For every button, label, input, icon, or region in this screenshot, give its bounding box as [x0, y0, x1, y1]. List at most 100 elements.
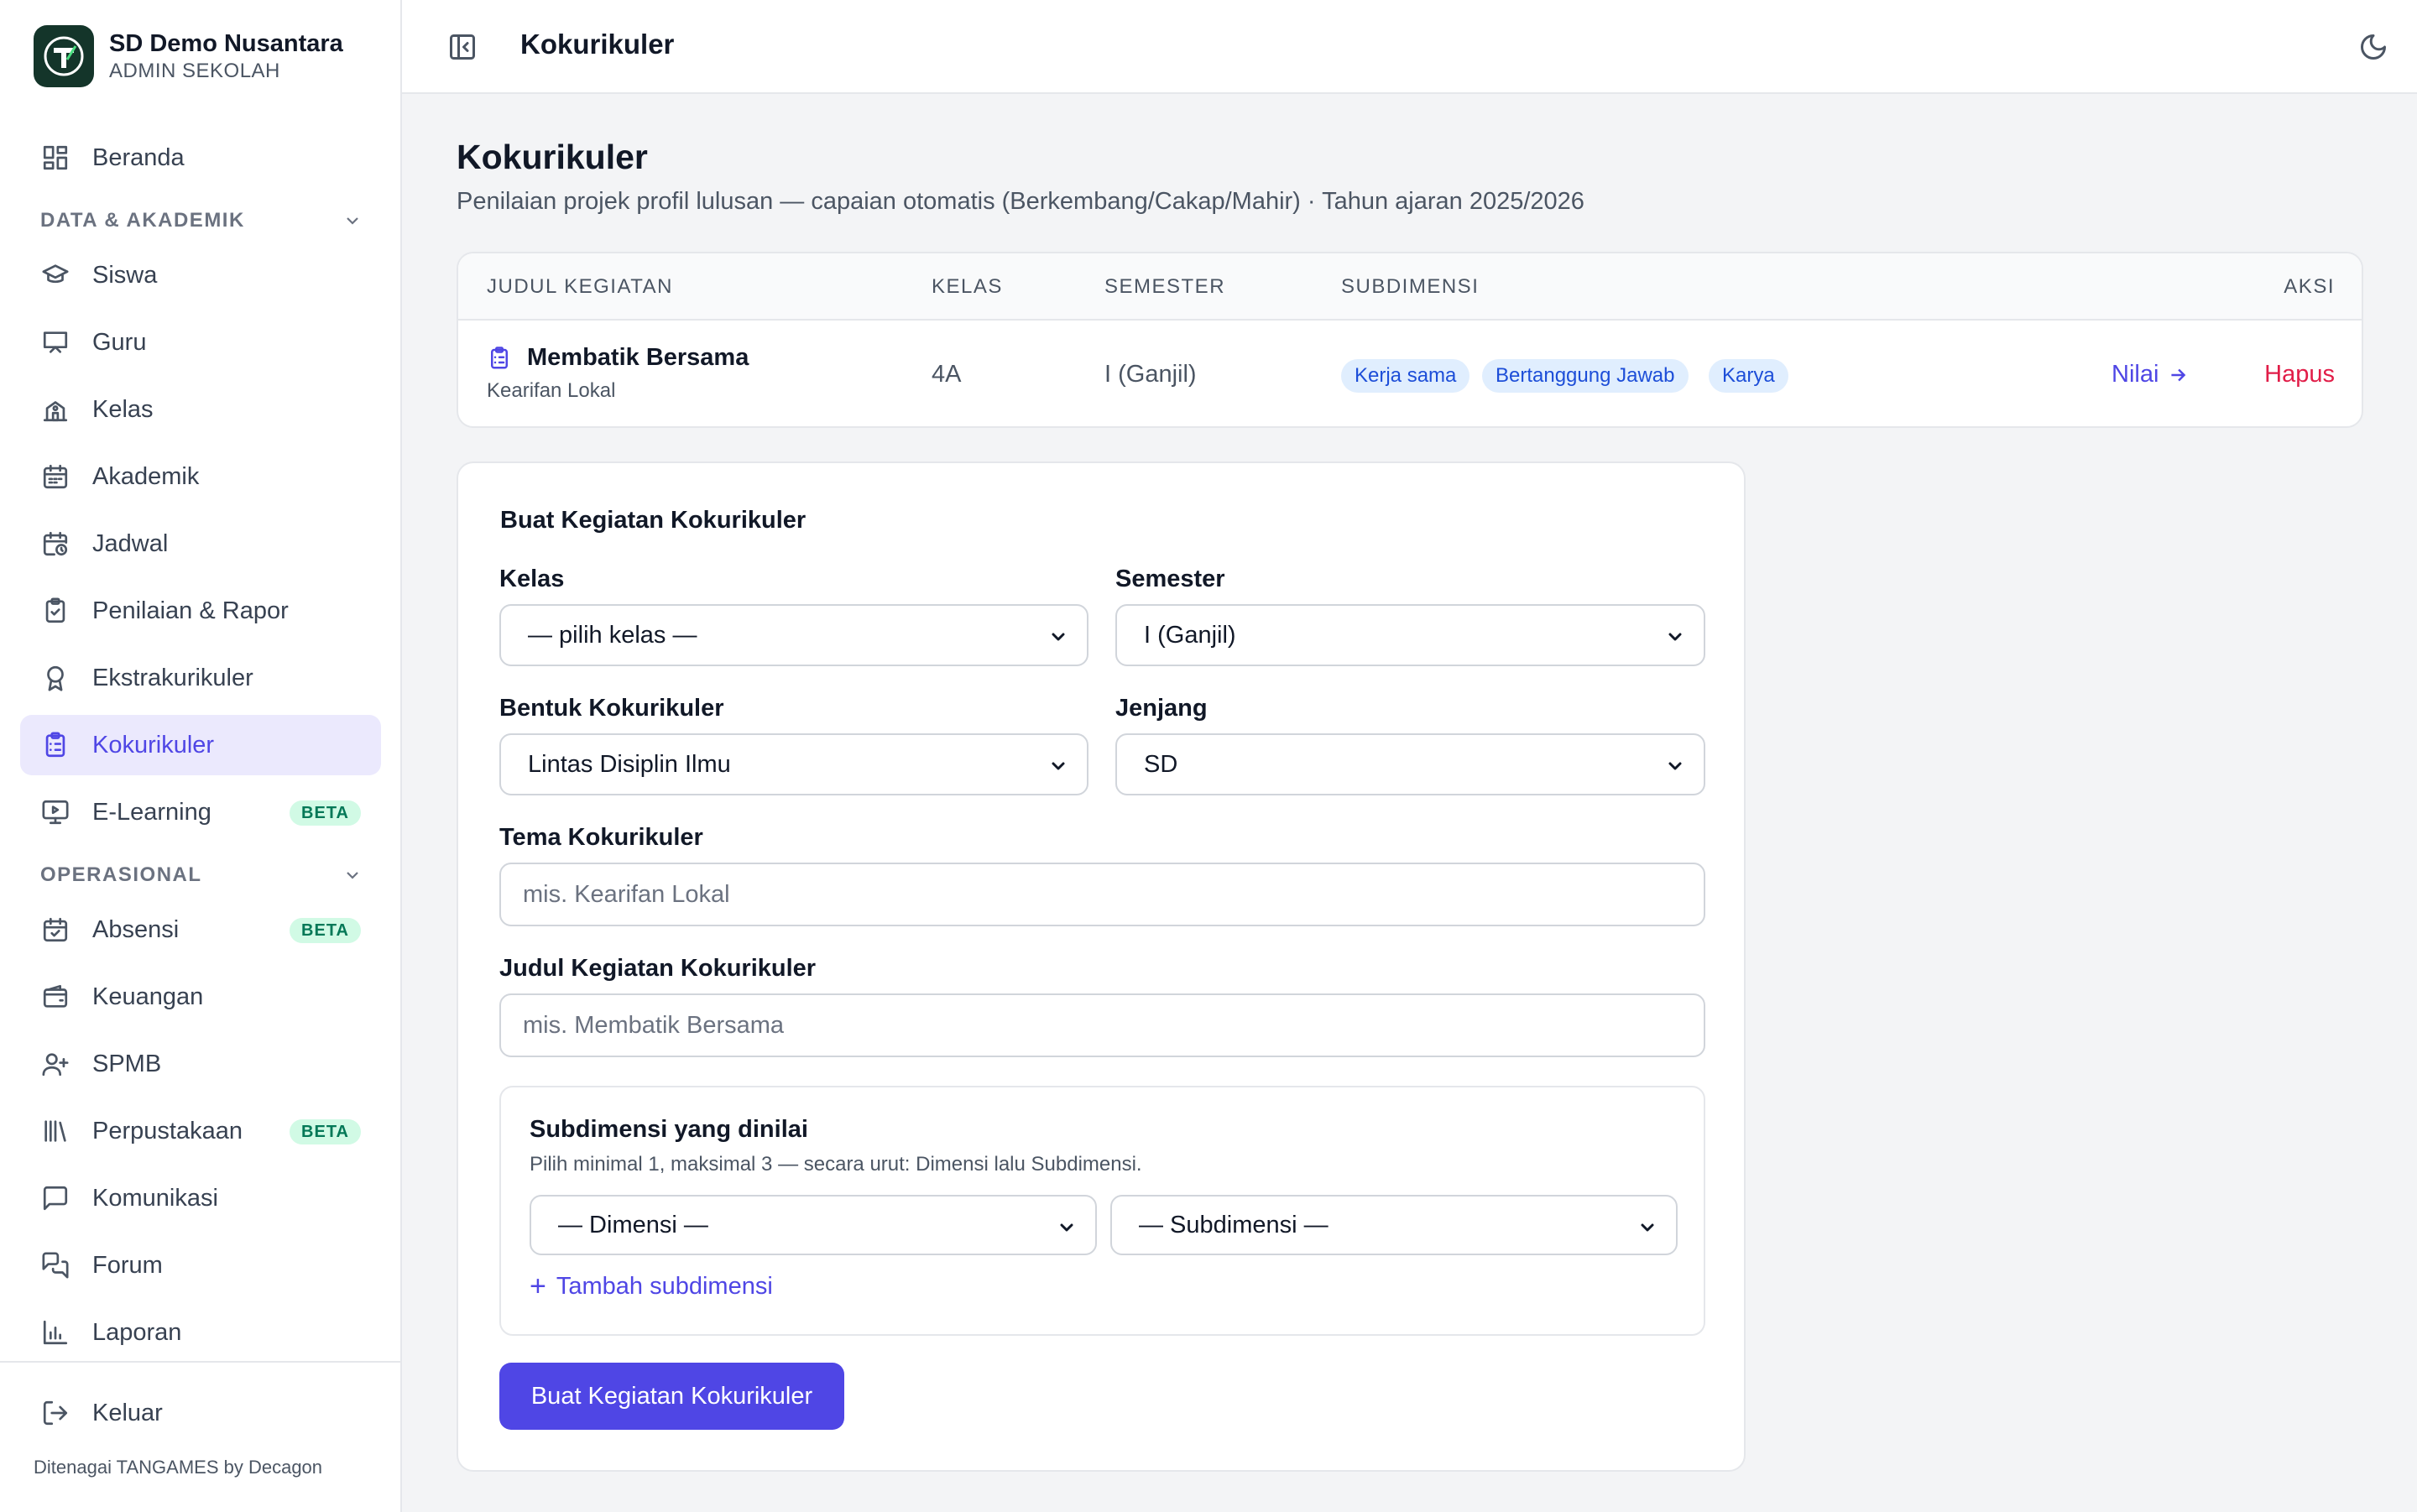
sidebar-item-keuangan[interactable]: Keuangan [20, 967, 381, 1027]
chevron-down-icon [1637, 1217, 1657, 1237]
activity-title: Membatik Bersama [487, 344, 749, 372]
sidebar-item-label: Laporan [92, 1318, 182, 1346]
form-type-select[interactable]: Lintas Disiplin Ilmu [499, 733, 1088, 795]
sidebar-item-label: Absensi [92, 915, 180, 943]
section-label: DATA & AKADEMIK [40, 209, 245, 232]
semester-select[interactable]: I (Ganjil) [1115, 604, 1705, 666]
sidebar-item-ekstrakurikuler[interactable]: Ekstrakurikuler [20, 648, 381, 708]
sidebar-item-penilaian-rapor[interactable]: Penilaian & Rapor [20, 581, 381, 641]
sidebar-item-kelas[interactable]: Kelas [20, 379, 381, 440]
sidebar-item-siswa[interactable]: Siswa [20, 245, 381, 305]
sidebar-item-label: SPMB [92, 1050, 162, 1077]
column-header-semester: SEMESTER [1104, 275, 1226, 298]
calendar-icon [40, 461, 70, 492]
column-header-subdimension: SUBDIMENSI [1341, 275, 1480, 298]
library-icon [40, 1116, 70, 1146]
activity-title-input[interactable]: mis. Membatik Bersama [499, 993, 1705, 1057]
delete-link[interactable]: Hapus [2264, 361, 2335, 388]
activity-title-label: Judul Kegiatan Kokurikuler [499, 955, 817, 982]
dimension-select-value: — Dimensi — [558, 1211, 708, 1238]
dimension-select[interactable]: — Dimensi — [530, 1195, 1097, 1255]
column-header-action: AKSI [2284, 275, 2335, 298]
powered-by: Ditenagai TANGAMES by Decagon [34, 1457, 323, 1478]
sidebar-item-komunikasi[interactable]: Komunikasi [20, 1168, 381, 1228]
activity-theme: Kearifan Lokal [487, 379, 616, 402]
theme-input[interactable]: mis. Kearifan Lokal [499, 863, 1705, 926]
sidebar-item-label: Akademik [92, 462, 200, 490]
moon-icon [2361, 34, 2386, 60]
theme-label: Tema Kokurikuler [499, 824, 703, 851]
column-header-class: KELAS [932, 275, 1003, 298]
topbar-title: Kokurikuler [520, 29, 675, 60]
subdimension-tag: Karya [1709, 359, 1788, 393]
sidebar-item-label: Guru [92, 328, 147, 356]
section-data-akademik[interactable]: DATA & AKADEMIK [40, 206, 363, 235]
logout-label: Keluar [92, 1399, 163, 1426]
sidebar-item-jadwal[interactable]: Jadwal [20, 514, 381, 574]
sidebar-item-label: Keuangan [92, 983, 204, 1010]
activity-title-text: Membatik Bersama [527, 344, 749, 371]
sidebar-toggle-button[interactable] [447, 32, 478, 62]
sidebar-item-beranda[interactable]: Beranda [20, 128, 381, 188]
sidebar-item-label: Forum [92, 1251, 163, 1279]
monitor-play-icon [40, 797, 70, 827]
sidebar-item-forum[interactable]: Forum [20, 1235, 381, 1296]
beta-badge: BETA [290, 800, 361, 826]
chevron-down-icon [1048, 626, 1068, 646]
page-title: Kokurikuler [457, 138, 648, 176]
sidebar-item-akademik[interactable]: Akademik [20, 446, 381, 507]
sidebar-item-kokurikuler[interactable]: Kokurikuler [20, 715, 381, 775]
logout-button[interactable]: Keluar [20, 1383, 381, 1443]
section-label: OPERASIONAL [40, 863, 202, 886]
theme-toggle-button[interactable] [2358, 32, 2388, 62]
sidebar-item-label: Kokurikuler [92, 731, 215, 759]
chevron-down-icon [1665, 755, 1685, 775]
sidebar-item-guru[interactable]: Guru [20, 312, 381, 373]
calendar-check-icon [40, 915, 70, 945]
presentation-icon [40, 327, 70, 357]
form-heading: Buat Kegiatan Kokurikuler [500, 507, 807, 534]
level-select[interactable]: SD [1115, 733, 1705, 795]
create-activity-form: Buat Kegiatan Kokurikuler Kelas — pilih … [457, 461, 1746, 1472]
chevron-down-icon [1665, 626, 1685, 646]
theme-input-placeholder: mis. Kearifan Lokal [523, 880, 730, 908]
dashboard-icon [40, 143, 70, 173]
sidebar-item-label: E-Learning [92, 798, 211, 826]
activity-semester: I (Ganjil) [1104, 361, 1197, 388]
subdimension-panel: Subdimensi yang dinilai Pilih minimal 1,… [499, 1086, 1705, 1336]
grade-link-label: Nilai [2112, 361, 2159, 388]
page-subtitle: Penilaian projek profil lulusan — capaia… [457, 188, 1584, 215]
clipboard-check-icon [40, 596, 70, 626]
level-label: Jenjang [1115, 695, 1208, 722]
sidebar: SD Demo Nusantara ADMIN SEKOLAH Beranda … [0, 0, 402, 1512]
submit-button[interactable]: Buat Kegiatan Kokurikuler [499, 1363, 844, 1430]
school-name: SD Demo Nusantara [109, 30, 343, 57]
arrow-right-icon [2171, 368, 2186, 381]
user-plus-icon [40, 1049, 70, 1079]
topbar: Kokurikuler [402, 0, 2417, 94]
sidebar-item-perpustakaan[interactable]: Perpustakaan BETA [20, 1101, 381, 1161]
wallet-icon [40, 982, 70, 1012]
sidebar-item-e-learning[interactable]: E-Learning BETA [20, 782, 381, 842]
beta-badge: BETA [290, 1119, 361, 1144]
class-select-value: — pilih kelas — [528, 621, 697, 649]
class-select[interactable]: — pilih kelas — [499, 604, 1088, 666]
semester-select-value: I (Ganjil) [1144, 621, 1236, 649]
subdimension-select[interactable]: — Subdimensi — [1110, 1195, 1678, 1255]
add-subdimension-label: Tambah subdimensi [556, 1272, 773, 1300]
sidebar-item-laporan[interactable]: Laporan [20, 1302, 381, 1363]
add-subdimension-button[interactable]: + Tambah subdimensi [530, 1272, 773, 1301]
table-header: JUDUL KEGIATAN KELAS SEMESTER SUBDIMENSI… [458, 253, 2362, 321]
chevron-down-icon [1057, 1217, 1077, 1237]
plus-icon: + [530, 1270, 546, 1302]
section-operasional[interactable]: OPERASIONAL [40, 861, 363, 889]
brand[interactable]: SD Demo Nusantara ADMIN SEKOLAH [34, 25, 343, 87]
sidebar-item-spmb[interactable]: SPMB [20, 1034, 381, 1094]
subdimension-tag: Bertanggung Jawab [1482, 359, 1689, 393]
sidebar-item-absensi[interactable]: Absensi BETA [20, 899, 381, 960]
sidebar-divider [0, 1361, 400, 1363]
form-type-select-value: Lintas Disiplin Ilmu [528, 750, 731, 778]
subdimension-select-value: — Subdimensi — [1139, 1211, 1329, 1238]
grade-link[interactable]: Nilai [2112, 361, 2189, 388]
class-label: Kelas [499, 566, 565, 592]
